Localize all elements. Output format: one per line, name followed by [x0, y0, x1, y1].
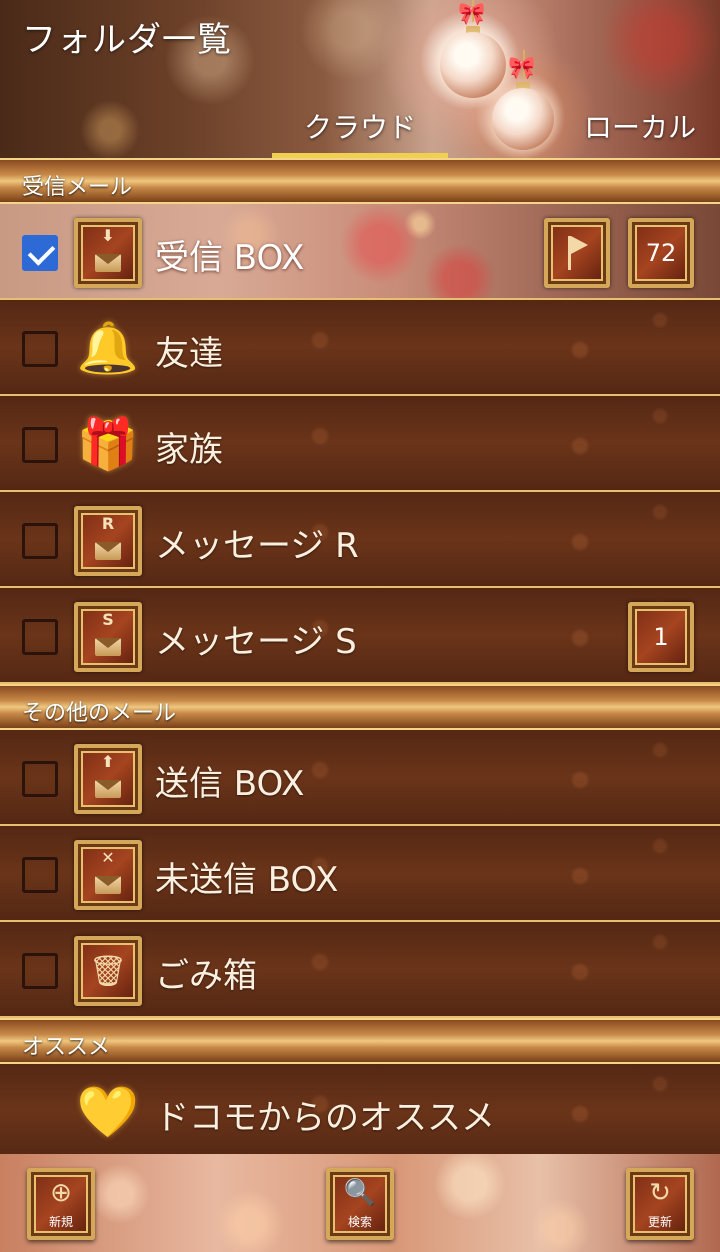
- icon-letter: S: [102, 610, 114, 629]
- folder-row-message-r[interactable]: R メッセージ R: [0, 492, 720, 588]
- envelope-icon: [95, 638, 121, 656]
- folder-label: ごみ箱: [155, 956, 257, 996]
- folder-row-friends[interactable]: 🔔 友達: [0, 300, 720, 396]
- folder-label: 未送信 BOX: [155, 860, 339, 900]
- folder-label: 受信 BOX: [155, 238, 305, 278]
- envelope-icon: [95, 542, 121, 560]
- cross-mark-icon: ✕: [101, 848, 115, 867]
- folder-checkbox[interactable]: [22, 523, 58, 559]
- page-title: フォルダ一覧: [22, 20, 232, 60]
- folder-label: 送信 BOX: [155, 764, 305, 804]
- tab-local[interactable]: ローカル: [560, 105, 720, 158]
- folder-checkbox[interactable]: [22, 619, 58, 655]
- message-r-icon: R: [74, 506, 142, 576]
- heart-ornament-icon: 💛: [76, 1082, 140, 1141]
- folder-tabs: クラウド ローカル: [0, 105, 720, 158]
- folder-label: 家族: [155, 430, 223, 470]
- refresh-label: 更新: [647, 1215, 672, 1229]
- ribbon-bow-icon: 🎀: [508, 56, 536, 81]
- outbox-upload-icon: ⬆: [74, 744, 142, 814]
- refresh-icon: ↻: [649, 1178, 671, 1208]
- section-header-other: その他のメール: [0, 684, 720, 730]
- folder-label: 友達: [155, 334, 223, 374]
- folder-checkbox[interactable]: [22, 235, 58, 271]
- unread-count-badge: 72: [628, 218, 694, 288]
- folder-list: 受信メール ⬇ 受信 BOX 72 🔔 友達 🎁 家族 R メッセージ R S …: [0, 158, 720, 1160]
- folder-label: ドコモからのオススメ: [155, 1098, 495, 1138]
- new-label: 新規: [48, 1215, 73, 1229]
- folder-label: メッセージ S: [155, 622, 357, 662]
- section-header-recommend: オススメ: [0, 1018, 720, 1064]
- flag-icon: [566, 236, 588, 270]
- folder-checkbox[interactable]: [22, 953, 58, 989]
- inbox-download-icon: ⬇: [74, 218, 142, 288]
- flag-badge[interactable]: [544, 218, 610, 288]
- tab-cloud[interactable]: クラウド: [272, 105, 448, 158]
- folder-row-message-s[interactable]: S メッセージ S 1: [0, 588, 720, 684]
- folder-row-docomo-recommend[interactable]: 💛 ドコモからのオススメ: [0, 1064, 720, 1160]
- section-title: オススメ: [22, 1035, 111, 1060]
- icon-letter: R: [101, 514, 115, 533]
- bottom-toolbar: ⊕ 新規 🔍 検索 ↻ 更新: [0, 1154, 720, 1252]
- folder-checkbox[interactable]: [22, 761, 58, 797]
- app-header: 🎀 🎀 フォルダ一覧 クラウド ローカル: [0, 0, 720, 158]
- folder-checkbox[interactable]: [22, 857, 58, 893]
- message-s-icon: S: [74, 602, 142, 672]
- upload-arrow-icon: ⬆: [101, 752, 115, 771]
- trash-icon: 🗑: [74, 936, 142, 1006]
- folder-label: メッセージ R: [155, 526, 359, 566]
- plus-icon: ⊕: [50, 1178, 72, 1208]
- search-label: 検索: [347, 1215, 372, 1229]
- folder-row-trash[interactable]: 🗑 ごみ箱: [0, 922, 720, 1018]
- unsent-envelope-icon: ✕: [74, 840, 142, 910]
- section-title: 受信メール: [22, 175, 133, 200]
- refresh-button[interactable]: ↻ 更新: [626, 1168, 694, 1240]
- folder-row-unsent[interactable]: ✕ 未送信 BOX: [0, 826, 720, 922]
- folder-checkbox[interactable]: [22, 427, 58, 463]
- search-icon: 🔍: [343, 1178, 377, 1208]
- envelope-icon: [95, 780, 121, 798]
- gift-box-icon: 🎁: [76, 414, 140, 473]
- download-arrow-icon: ⬇: [101, 226, 115, 245]
- folder-row-family[interactable]: 🎁 家族: [0, 396, 720, 492]
- bell-icon: 🔔: [76, 318, 140, 377]
- trash-can-glyph: 🗑: [88, 953, 128, 989]
- new-folder-button[interactable]: ⊕ 新規: [27, 1168, 95, 1240]
- unread-count-badge: 1: [628, 602, 694, 672]
- section-header-inbox: 受信メール: [0, 158, 720, 204]
- folder-checkbox[interactable]: [22, 331, 58, 367]
- ribbon-bow-icon: 🎀: [458, 2, 486, 27]
- folder-row-outbox[interactable]: ⬆ 送信 BOX: [0, 730, 720, 826]
- ornament-ball-icon: [440, 32, 506, 98]
- section-title: その他のメール: [22, 701, 177, 726]
- envelope-icon: [95, 254, 121, 272]
- folder-row-inbox[interactable]: ⬇ 受信 BOX 72: [0, 204, 720, 300]
- envelope-icon: [95, 876, 121, 894]
- search-button[interactable]: 🔍 検索: [326, 1168, 394, 1240]
